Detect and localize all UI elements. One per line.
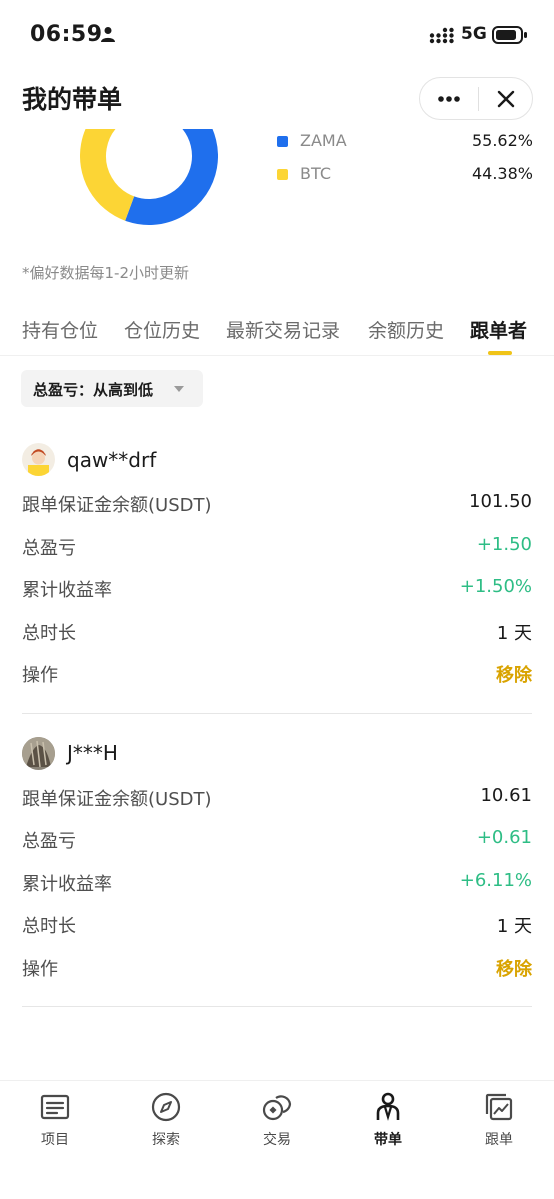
margin-balance-label: 跟单保证金余额(USDT) xyxy=(22,789,212,810)
legend-name: ZAMA xyxy=(300,131,347,150)
nav-label: 交易 xyxy=(263,1132,291,1148)
legend-item-zama: ZAMA 55.62% xyxy=(277,129,533,153)
compass-icon xyxy=(151,1092,181,1122)
person-icon xyxy=(376,1092,400,1121)
signal-icon xyxy=(429,27,454,44)
roi-label: 累计收益率 xyxy=(22,580,112,601)
more-dots-icon xyxy=(438,96,460,102)
duration-label: 总时长 xyxy=(22,916,76,937)
allocation-donut xyxy=(80,87,218,226)
donut-segment-btc xyxy=(80,87,150,221)
duration-value: 1 天 xyxy=(496,623,532,644)
trade-icon xyxy=(262,1095,292,1121)
margin-balance-value: 10.61 xyxy=(480,785,532,806)
card-divider xyxy=(22,1006,532,1007)
margin-balance-label: 跟单保证金余额(USDT) xyxy=(22,495,212,516)
copy-chart-icon xyxy=(485,1093,513,1121)
avatar xyxy=(22,737,55,770)
card-divider xyxy=(22,713,532,714)
follower-name: J***H xyxy=(67,741,118,765)
more-button[interactable] xyxy=(420,78,478,119)
legend-value: 44.38% xyxy=(471,164,533,183)
nav-item-trade[interactable]: 交易 xyxy=(242,1091,312,1151)
tab-bar: 持有仓位 仓位历史 最新交易记录 余额历史 跟单者 xyxy=(0,310,554,356)
roi-label: 累计收益率 xyxy=(22,874,112,895)
roi-value: +1.50% xyxy=(459,576,532,597)
nav-item-lead-trading[interactable]: 带单 xyxy=(353,1091,423,1151)
remove-button[interactable]: 移除 xyxy=(496,661,532,687)
nav-item-projects[interactable]: 项目 xyxy=(20,1091,90,1151)
legend-name: BTC xyxy=(300,164,331,183)
total-pnl-label: 总盈亏 xyxy=(22,538,76,559)
status-time: 06:59 xyxy=(30,22,103,47)
legend-color-btc xyxy=(277,169,288,180)
active-tab-indicator xyxy=(488,351,512,355)
donut-segment-zama xyxy=(125,87,218,225)
margin-balance-value: 101.50 xyxy=(469,491,532,512)
duration-label: 总时长 xyxy=(22,623,76,644)
update-note: *偏好数据每1-2小时更新 xyxy=(22,264,190,282)
nav-label: 探索 xyxy=(152,1132,180,1148)
nav-label: 带单 xyxy=(374,1132,402,1148)
tab-balance-history[interactable]: 余额历史 xyxy=(368,316,444,343)
close-icon xyxy=(497,90,515,108)
page-title: 我的带单 xyxy=(22,85,123,114)
nav-label: 跟单 xyxy=(485,1132,513,1148)
total-pnl-value: +0.61 xyxy=(476,827,532,848)
action-label: 操作 xyxy=(22,665,58,686)
sort-label: 总盈亏：从高到低 xyxy=(33,381,154,399)
nav-item-explore[interactable]: 探索 xyxy=(131,1091,201,1151)
legend-value: 55.62% xyxy=(471,131,533,150)
battery-icon xyxy=(492,26,527,44)
nav-label: 项目 xyxy=(41,1132,69,1148)
avatar xyxy=(22,443,55,476)
tab-recent-trades[interactable]: 最新交易记录 xyxy=(226,316,340,343)
tab-followers[interactable]: 跟单者 xyxy=(470,316,527,343)
network-type: 5G xyxy=(461,24,487,44)
tab-positions[interactable]: 持有仓位 xyxy=(22,316,98,343)
total-pnl-value: +1.50 xyxy=(476,534,532,555)
roi-value: +6.11% xyxy=(459,870,532,891)
duration-value: 1 天 xyxy=(496,916,532,937)
legend-item-btc: BTC 44.38% xyxy=(277,162,533,186)
remove-button[interactable]: 移除 xyxy=(496,955,532,981)
status-bar: 06:59 5G xyxy=(0,0,554,70)
follower-name: qaw**drf xyxy=(67,448,157,472)
user-status-icon xyxy=(101,27,115,42)
list-icon xyxy=(40,1094,70,1120)
mini-program-capsule xyxy=(419,77,533,120)
close-button[interactable] xyxy=(479,78,533,119)
tab-position-history[interactable]: 仓位历史 xyxy=(124,316,200,343)
caret-down-icon xyxy=(174,386,184,392)
action-label: 操作 xyxy=(22,959,58,980)
bottom-nav: 项目 探索 交易 带单 跟单 xyxy=(0,1080,554,1199)
nav-item-copy-trading[interactable]: 跟单 xyxy=(464,1091,534,1151)
total-pnl-label: 总盈亏 xyxy=(22,831,76,852)
sort-dropdown[interactable]: 总盈亏：从高到低 xyxy=(21,370,203,407)
legend-color-zama xyxy=(277,136,288,147)
